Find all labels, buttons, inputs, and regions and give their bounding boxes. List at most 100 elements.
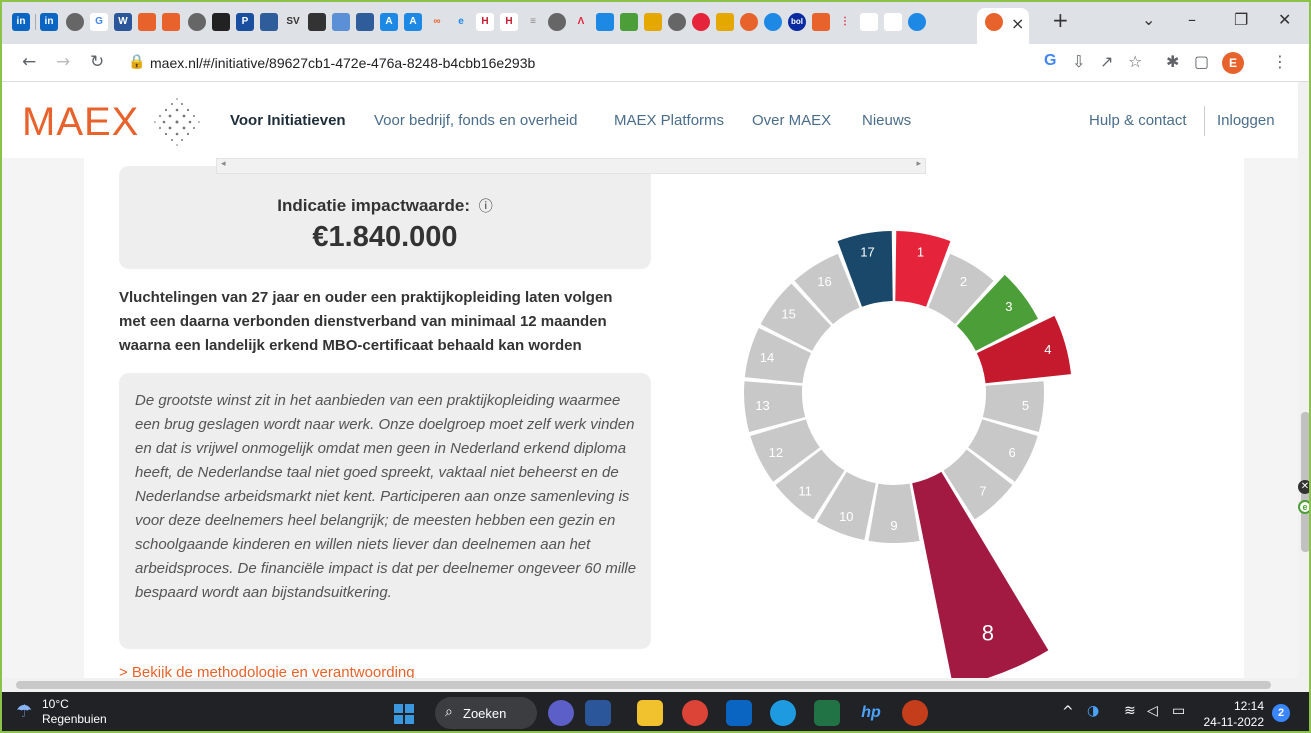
active-tab[interactable]: × (977, 8, 1029, 44)
h-tab-icon[interactable]: H (500, 13, 518, 31)
app-tab-icon[interactable] (932, 13, 950, 31)
edge-app-icon[interactable] (770, 700, 796, 726)
vertical-scrollbar[interactable]: ✕ e (1298, 82, 1309, 678)
excel-app-icon[interactable] (814, 700, 840, 726)
forward-button[interactable]: → (56, 52, 70, 72)
app-tab-icon[interactable] (644, 13, 662, 31)
scroll-left-icon[interactable]: ◂ (221, 159, 226, 169)
maex-logo[interactable]: MAEX (22, 100, 139, 145)
app-tab-icon[interactable] (860, 13, 878, 31)
sdg-label-2: 2 (960, 274, 967, 289)
install-icon[interactable]: ⇩ (1072, 52, 1085, 71)
star-icon[interactable]: ☆ (1128, 52, 1142, 71)
word-tab-icon[interactable]: W (114, 13, 132, 31)
nav-voor-initiatieven[interactable]: Voor Initiatieven (230, 112, 346, 129)
sidepanel-icon[interactable]: ▢ (1194, 52, 1209, 71)
clock[interactable]: 12:14 24-11-2022 (1200, 698, 1265, 730)
close-window-button[interactable]: ✕ (1278, 10, 1291, 29)
app-tab-icon[interactable] (308, 13, 326, 31)
restore-button[interactable]: ❐ (1234, 10, 1248, 29)
app-tab-icon[interactable] (764, 13, 782, 31)
a-tab-icon[interactable]: A (404, 13, 422, 31)
sdg-segment-9[interactable] (868, 483, 920, 543)
google-tab-icon[interactable]: G (90, 13, 108, 31)
app-tab-icon[interactable] (668, 13, 686, 31)
word-app-icon[interactable] (585, 700, 611, 726)
help-contact-link[interactable]: Hulp & contact (1089, 112, 1187, 129)
weather-icon[interactable]: ☂ (16, 701, 32, 722)
app-tab-icon[interactable] (162, 13, 180, 31)
app-tab-icon[interactable] (212, 13, 230, 31)
close-tab-icon[interactable]: × (1011, 14, 1024, 33)
bottom-scrollbar[interactable] (2, 678, 1309, 692)
app-tab-icon[interactable] (740, 13, 758, 31)
app-tab-icon[interactable]: ≡ (524, 13, 542, 31)
app-tab-icon[interactable] (812, 13, 830, 31)
bottom-scrollbar-thumb[interactable] (16, 681, 1271, 689)
app-tab-icon[interactable] (260, 13, 278, 31)
wifi-icon[interactable]: ≋ (1124, 703, 1136, 719)
nav-voor-bedrijf[interactable]: Voor bedrijf, fonds en overheid (374, 112, 577, 129)
app-tab-icon[interactable]: ⋮ (836, 13, 854, 31)
edge-badge-icon[interactable]: e (1298, 500, 1309, 514)
edge-tab-icon[interactable]: e (452, 13, 470, 31)
close-badge-icon[interactable]: ✕ (1298, 480, 1309, 494)
explorer-app-icon[interactable] (637, 700, 663, 726)
outlook-app-icon[interactable] (726, 700, 752, 726)
app-tab-icon[interactable] (692, 13, 710, 31)
p-tab-icon[interactable]: P (236, 13, 254, 31)
extensions-icon[interactable]: ✱ (1166, 52, 1179, 71)
profile-avatar[interactable]: E (1222, 52, 1244, 74)
nav-nieuws[interactable]: Nieuws (862, 112, 911, 129)
app-tab-icon[interactable]: ∞ (428, 13, 446, 31)
app-tab-icon[interactable] (908, 13, 926, 31)
scroll-right-icon[interactable]: ▸ (916, 159, 921, 169)
app-tab-icon[interactable] (956, 13, 974, 31)
tray-chevron-icon[interactable]: ^ (1062, 704, 1074, 720)
nav-over-maex[interactable]: Over MAEX (752, 112, 831, 129)
app-tab-icon[interactable] (356, 13, 374, 31)
h-tab-icon[interactable]: H (476, 13, 494, 31)
google-icon[interactable]: G (1044, 52, 1056, 70)
app-tab-icon[interactable] (138, 13, 156, 31)
new-tab-button[interactable]: + (1052, 8, 1069, 32)
chrome-tab-icon[interactable] (188, 13, 206, 31)
url-text[interactable]: maex.nl/#/initiative/89627cb1-472e-476a-… (150, 55, 535, 71)
a-tab-icon[interactable]: A (380, 13, 398, 31)
start-button[interactable] (394, 704, 414, 724)
minimize-button[interactable]: – (1188, 10, 1196, 29)
teams-app-icon[interactable] (548, 700, 574, 726)
weather-widget[interactable]: 10°C Regenbuien (42, 697, 107, 727)
back-button[interactable]: ← (22, 52, 36, 72)
linkedin-tab-icon[interactable]: in (40, 13, 58, 31)
volume-icon[interactable]: ◁ (1147, 703, 1158, 719)
chrome-tab-icon[interactable] (66, 13, 84, 31)
tray-app-icon[interactable]: ◑ (1087, 703, 1099, 719)
app-tab-icon[interactable] (884, 13, 902, 31)
address-bar[interactable]: 🔒 maex.nl/#/initiative/89627cb1-472e-476… (120, 49, 1030, 77)
app-tab-icon[interactable] (620, 13, 638, 31)
login-link[interactable]: Inloggen (1217, 112, 1275, 129)
taskbar-search[interactable]: ⌕ Zoeken (435, 697, 537, 729)
battery-icon[interactable]: ▭ (1172, 703, 1185, 719)
bol-tab-icon[interactable]: bol (788, 13, 806, 31)
linkedin-tab-icon[interactable]: in (12, 13, 30, 31)
sv-tab-icon[interactable]: SV (284, 13, 302, 31)
app-tab-icon[interactable] (716, 13, 734, 31)
horizontal-scrollbar[interactable]: ◂ ▸ (216, 158, 926, 174)
powerpoint-app-icon[interactable] (902, 700, 928, 726)
notification-badge[interactable]: 2 (1272, 704, 1290, 722)
reload-button[interactable]: ↻ (90, 52, 104, 72)
info-icon[interactable]: ⓘ (479, 199, 493, 215)
menu-icon[interactable]: ⋮ (1272, 52, 1288, 71)
tab-search-icon[interactable]: ⌄ (1142, 10, 1155, 29)
chrome-tab-icon[interactable] (548, 13, 566, 31)
app-tab-icon[interactable]: Λ (572, 13, 590, 31)
nav-maex-platforms[interactable]: MAEX Platforms (614, 112, 724, 129)
chrome-app-icon[interactable] (682, 700, 708, 726)
methodology-link[interactable]: > Bekijk de methodologie en verantwoordi… (119, 664, 415, 678)
hp-app-icon[interactable]: hp (858, 700, 884, 726)
app-tab-icon[interactable] (332, 13, 350, 31)
app-tab-icon[interactable] (596, 13, 614, 31)
share-icon[interactable]: ↗ (1100, 52, 1113, 71)
